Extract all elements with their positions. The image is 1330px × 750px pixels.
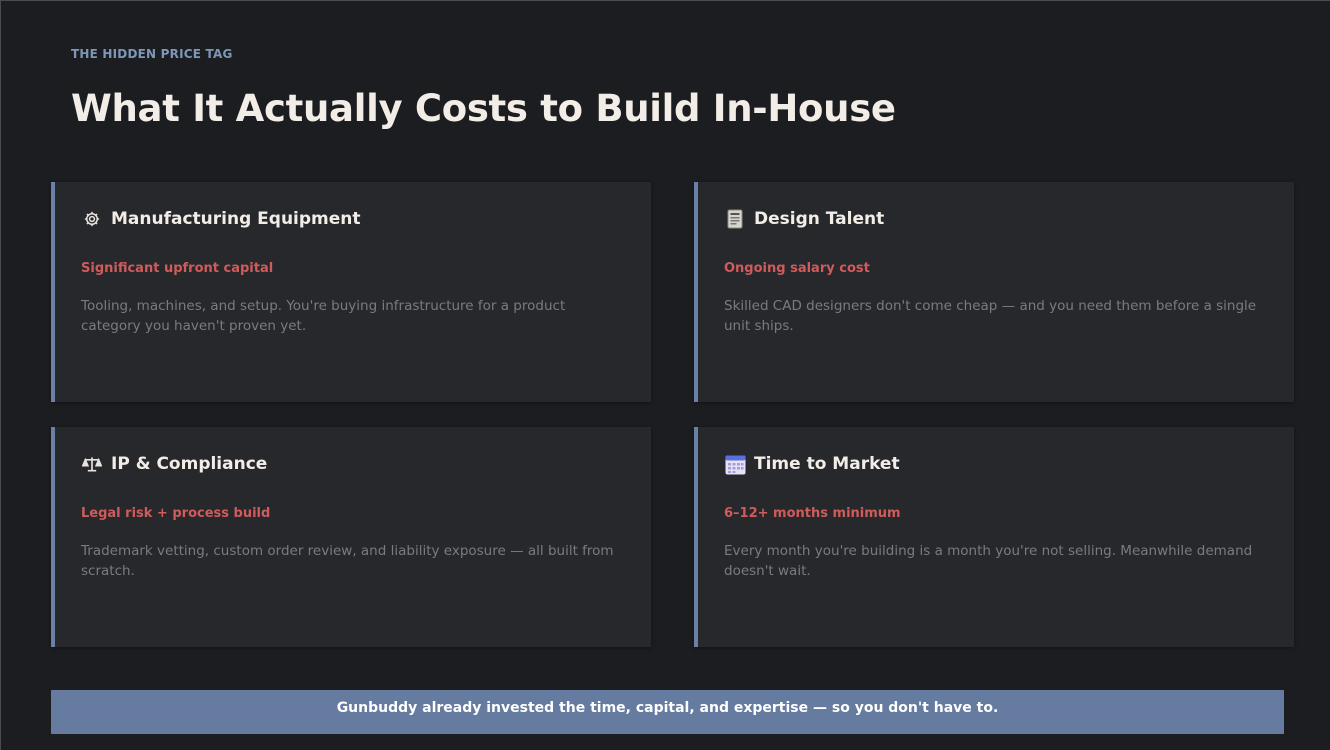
card-description: Skilled CAD designers don't come cheap —… xyxy=(724,298,1257,334)
card-header: IP & Compliance xyxy=(81,453,267,475)
cta-banner: Gunbuddy already invested the time, capi… xyxy=(51,690,1284,734)
card-title: Design Talent xyxy=(754,209,885,229)
calendar-icon xyxy=(724,453,746,475)
drafting-icon xyxy=(724,208,746,230)
cost-card-time-to-market: Time to Market 6–12+ months minimum Ever… xyxy=(694,427,1294,647)
page-title: What It Actually Costs to Build In-House xyxy=(71,87,896,130)
card-description: Trademark vetting, custom order review, … xyxy=(81,543,614,579)
card-subtitle: Significant upfront capital xyxy=(81,261,274,276)
card-subtitle: Legal risk + process build xyxy=(81,506,271,521)
card-title: Time to Market xyxy=(754,454,900,474)
card-title: Manufacturing Equipment xyxy=(111,209,361,229)
card-subtitle: 6–12+ months minimum xyxy=(724,506,901,521)
scales-icon xyxy=(81,453,103,475)
card-description: Every month you're building is a month y… xyxy=(724,543,1253,579)
cost-card-manufacturing: Manufacturing Equipment Significant upfr… xyxy=(51,182,651,402)
cost-card-ip-compliance: IP & Compliance Legal risk + process bui… xyxy=(51,427,651,647)
card-description: Tooling, machines, and setup. You're buy… xyxy=(81,298,566,334)
slide: THE HIDDEN PRICE TAG What It Actually Co… xyxy=(0,0,1330,750)
eyebrow-label: THE HIDDEN PRICE TAG xyxy=(71,47,233,61)
banner-text: Gunbuddy already invested the time, capi… xyxy=(336,700,999,716)
card-header: Design Talent xyxy=(724,208,884,230)
cost-card-design: Design Talent Ongoing salary cost Skille… xyxy=(694,182,1294,402)
card-title: IP & Compliance xyxy=(111,454,268,474)
card-header: Manufacturing Equipment xyxy=(81,208,361,230)
card-subtitle: Ongoing salary cost xyxy=(724,261,870,276)
gear-icon xyxy=(81,208,103,230)
card-header: Time to Market xyxy=(724,453,900,475)
